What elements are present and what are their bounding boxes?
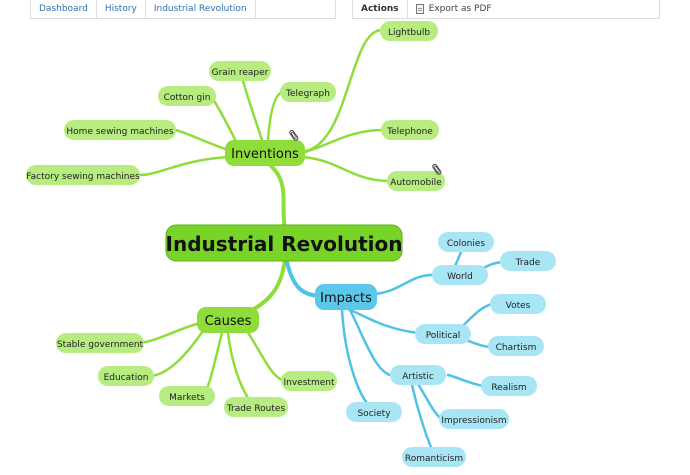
node-artistic[interactable]: Artistic — [390, 365, 446, 385]
svg-text:Stable government: Stable government — [57, 340, 144, 350]
node-investment[interactable]: Investment — [281, 371, 337, 391]
node-romanticism[interactable]: Romanticism — [402, 447, 466, 467]
inventions-node[interactable]: Inventions — [225, 140, 305, 166]
node-telegraph[interactable]: Telegraph — [280, 82, 336, 102]
node-automobile[interactable]: Automobile — [387, 171, 445, 191]
causes-node[interactable]: Causes — [197, 307, 259, 333]
inventions-label: Inventions — [231, 147, 299, 162]
node-world[interactable]: World — [432, 265, 488, 285]
svg-text:Trade Routes: Trade Routes — [226, 404, 286, 414]
svg-text:Votes: Votes — [506, 301, 531, 311]
impacts-node[interactable]: Impacts — [315, 284, 377, 310]
root-label: Industrial Revolution — [166, 232, 403, 256]
svg-text:Trade: Trade — [515, 258, 541, 268]
svg-text:Romanticism: Romanticism — [405, 454, 463, 464]
node-political[interactable]: Political — [415, 324, 471, 344]
node-society[interactable]: Society — [346, 402, 402, 422]
green-connectors — [138, 28, 390, 404]
svg-text:Telephone: Telephone — [386, 127, 433, 137]
node-colonies[interactable]: Colonies — [438, 232, 494, 252]
node-chartism[interactable]: Chartism — [488, 336, 544, 356]
svg-text:Lightbulb: Lightbulb — [388, 28, 430, 38]
node-cotton-gin[interactable]: Cotton gin — [158, 86, 216, 106]
svg-text:Chartism: Chartism — [496, 343, 537, 353]
svg-text:World: World — [447, 272, 473, 282]
svg-text:Telegraph: Telegraph — [285, 89, 330, 99]
svg-text:Impressionism: Impressionism — [441, 416, 506, 426]
svg-text:Grain reaper: Grain reaper — [212, 68, 269, 78]
svg-text:Artistic: Artistic — [402, 372, 434, 382]
node-markets[interactable]: Markets — [159, 386, 215, 406]
impacts-label: Impacts — [320, 291, 372, 306]
node-stable-government[interactable]: Stable government — [56, 333, 144, 353]
svg-text:Cotton gin: Cotton gin — [164, 93, 211, 103]
node-impressionism[interactable]: Impressionism — [439, 409, 509, 429]
svg-text:Society: Society — [357, 409, 391, 419]
node-trade-routes[interactable]: Trade Routes — [224, 397, 288, 417]
paperclip-icon[interactable] — [289, 129, 299, 141]
node-telephone[interactable]: Telephone — [381, 120, 439, 140]
svg-text:Realism: Realism — [491, 383, 526, 393]
root-node[interactable]: Industrial Revolution — [165, 224, 403, 262]
node-grain-reaper[interactable]: Grain reaper — [209, 61, 271, 81]
node-votes[interactable]: Votes — [490, 294, 546, 314]
causes-label: Causes — [205, 314, 252, 329]
svg-text:Political: Political — [426, 331, 461, 341]
mind-map: Industrial Revolution Inventions Lightbu… — [26, 21, 556, 467]
svg-text:Colonies: Colonies — [447, 239, 486, 249]
node-factory-sewing-machines[interactable]: Factory sewing machines — [26, 165, 140, 185]
node-lightbulb[interactable]: Lightbulb — [380, 21, 438, 41]
node-education[interactable]: Education — [98, 366, 154, 386]
svg-text:Investment: Investment — [284, 378, 335, 388]
node-trade[interactable]: Trade — [500, 251, 556, 271]
svg-text:Automobile: Automobile — [390, 178, 442, 188]
node-realism[interactable]: Realism — [481, 376, 537, 396]
svg-text:Home sewing machines: Home sewing machines — [66, 127, 173, 137]
svg-text:Education: Education — [104, 373, 149, 383]
svg-text:Markets: Markets — [169, 393, 205, 403]
node-home-sewing-machines[interactable]: Home sewing machines — [64, 120, 176, 140]
svg-text:Factory sewing machines: Factory sewing machines — [26, 172, 140, 182]
